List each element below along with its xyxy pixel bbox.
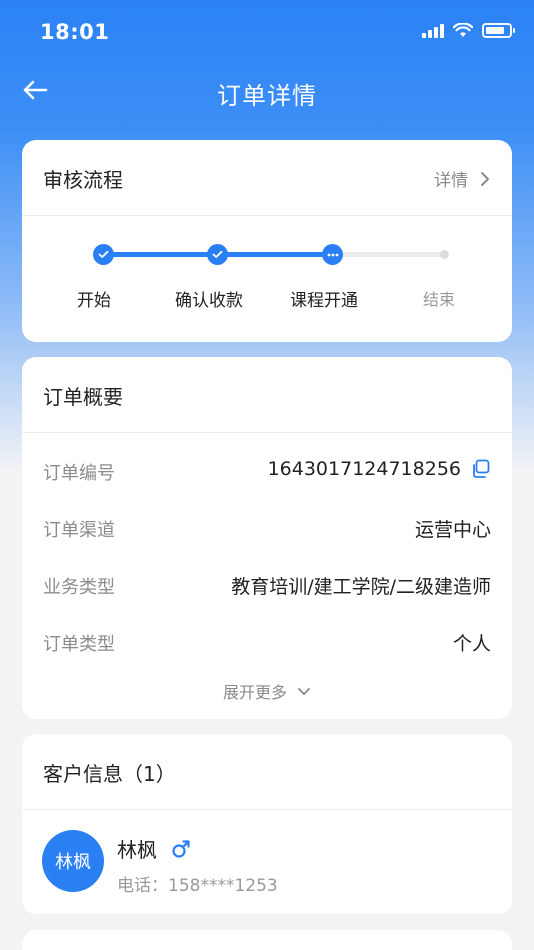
order-number: 1643017124718256 (267, 458, 461, 480)
check-icon (98, 250, 109, 258)
customer-name-row: 林枫 (117, 834, 191, 863)
review-process-card: 审核流程 详情 开始 确认收款 课程开通 结束 (22, 140, 512, 342)
chevron-right-icon (481, 171, 489, 186)
customer-info-card: 客户信息（1） 林枫 林枫 电话：158****1253 (22, 734, 512, 914)
row-key: 业务类型 (43, 577, 115, 598)
customer-phone: 电话：158****1253 (117, 876, 278, 896)
row-value: 个人 (452, 633, 491, 655)
status-bar: 18:01 (0, 0, 534, 62)
summary-row-order-no: 订单编号 1643017124718256 (22, 443, 512, 500)
row-key: 订单类型 (43, 634, 115, 655)
step-dot-end (440, 250, 449, 259)
wifi-icon (453, 22, 473, 37)
next-card (22, 930, 512, 950)
step-label-current: 课程开通 (290, 291, 358, 311)
chevron-down-icon (298, 687, 310, 695)
customer-name: 林枫 (117, 838, 157, 862)
order-summary-card: 订单概要 订单编号 1643017124718256 订单渠道 运营中心 业务类… (22, 357, 512, 719)
signal-icon (422, 22, 444, 38)
battery-icon (482, 22, 515, 38)
step-label-start: 开始 (77, 291, 111, 311)
step-label-confirm: 确认收款 (175, 291, 243, 311)
copy-icon[interactable] (471, 459, 491, 479)
row-value: 1643017124718256 (268, 458, 491, 480)
expand-more-label: 展开更多 (222, 683, 287, 702)
progress-steps: 开始 确认收款 课程开通 结束 (22, 216, 512, 340)
avatar: 林枫 (42, 830, 104, 892)
row-value: 教育培训/建工学院/二级建造师 (231, 576, 491, 598)
customer-title: 客户信息（1） (43, 762, 176, 786)
row-value: 运营中心 (414, 519, 491, 541)
row-key: 订单编号 (43, 463, 115, 484)
customer-card-header: 客户信息（1） (22, 734, 512, 810)
male-icon (172, 839, 190, 858)
step-dot-confirm (207, 244, 228, 265)
row-key: 订单渠道 (43, 520, 115, 541)
step-label-end: 结束 (422, 290, 456, 309)
summary-row-channel: 订单渠道 运营中心 (22, 500, 512, 557)
summary-card-header: 订单概要 (22, 357, 512, 433)
status-icons (422, 22, 515, 38)
step-dot-current (322, 244, 343, 265)
review-detail-label: 详情 (434, 171, 468, 191)
more-dots-icon (327, 253, 338, 256)
expand-more-button[interactable]: 展开更多 (22, 671, 512, 711)
progress-track-pending (334, 252, 446, 257)
summary-row-business-type: 业务类型 教育培训/建工学院/二级建造师 (22, 557, 512, 614)
review-title: 审核流程 (43, 168, 123, 192)
summary-rows: 订单编号 1643017124718256 订单渠道 运营中心 业务类型 教育培… (22, 433, 512, 711)
review-detail-link[interactable]: 详情 (434, 166, 490, 191)
page-title: 订单详情 (217, 82, 317, 110)
summary-row-order-type: 订单类型 个人 (22, 614, 512, 671)
status-time: 18:01 (40, 20, 110, 44)
customer-item[interactable]: 林枫 林枫 电话：158****1253 (22, 810, 512, 914)
summary-title: 订单概要 (43, 385, 123, 409)
nav-bar: 订单详情 (0, 62, 534, 120)
check-icon (212, 250, 223, 258)
step-dot-start (93, 244, 114, 265)
review-card-header: 审核流程 详情 (22, 140, 512, 216)
